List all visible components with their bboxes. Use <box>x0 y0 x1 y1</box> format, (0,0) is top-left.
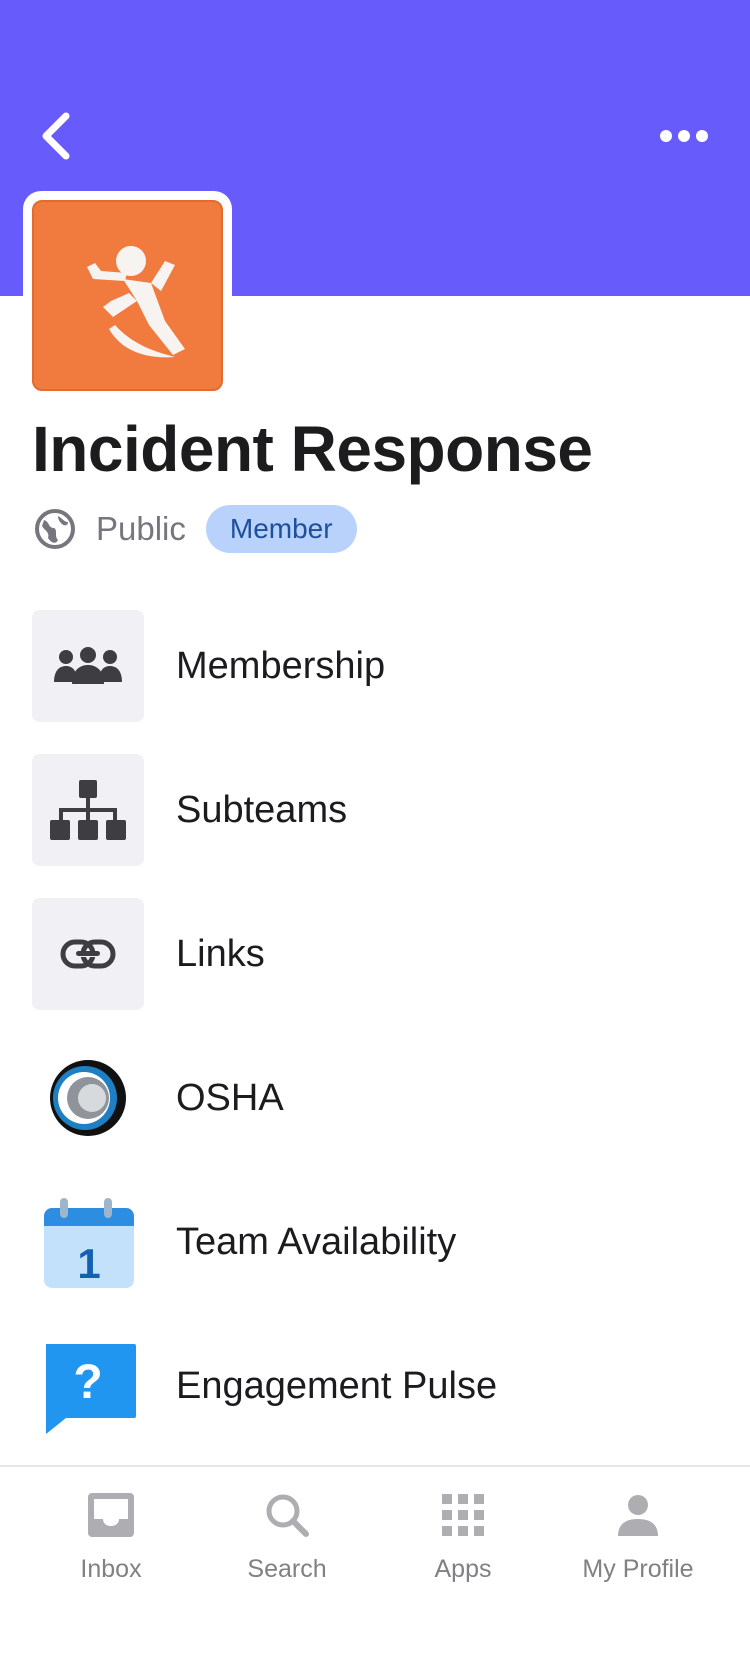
back-button[interactable] <box>30 104 82 168</box>
person-icon <box>618 1495 658 1536</box>
bottom-tab-bar: Inbox Search Apps My Profile <box>0 1465 750 1660</box>
tab-label: Apps <box>434 1555 492 1583</box>
engagement-pulse-icon-tile: ? <box>32 1330 144 1442</box>
search-icon <box>266 1494 309 1537</box>
link-icon <box>60 939 116 969</box>
menu-item-label: Team Availability <box>176 1220 457 1263</box>
tab-search[interactable]: Search <box>207 1487 367 1584</box>
tab-label: Search <box>247 1555 327 1583</box>
person-falling-icon <box>86 245 185 357</box>
chevron-left-icon <box>42 112 70 160</box>
team-menu-list: Membership Subteams Links OSHA 1 Team Av… <box>0 594 750 1458</box>
team-avatar <box>23 191 232 400</box>
calendar-icon: 1 <box>44 1198 134 1288</box>
team-title: Incident Response <box>32 413 593 485</box>
links-icon-tile <box>32 898 144 1010</box>
tab-inbox[interactable]: Inbox <box>31 1487 191 1584</box>
menu-item-label: Links <box>176 932 265 975</box>
group-icon <box>54 647 122 684</box>
menu-item-label: Engagement Pulse <box>176 1364 498 1407</box>
menu-item-team-availability[interactable]: 1 Team Availability <box>0 1170 750 1314</box>
ellipsis-icon <box>660 130 708 142</box>
subteams-icon-tile <box>32 754 144 866</box>
menu-item-osha[interactable]: OSHA <box>0 1026 750 1170</box>
menu-item-engagement-pulse[interactable]: ? Engagement Pulse <box>0 1314 750 1458</box>
hierarchy-icon <box>50 780 126 840</box>
menu-item-membership[interactable]: Membership <box>0 594 750 738</box>
globe-icon <box>35 509 75 549</box>
privacy-label: Public <box>96 510 186 547</box>
menu-item-label: Subteams <box>176 788 348 831</box>
tab-label: Inbox <box>80 1555 142 1583</box>
osha-icon-tile <box>32 1042 144 1154</box>
svg-text:1: 1 <box>77 1240 100 1287</box>
role-badge: Member <box>205 505 357 553</box>
osha-logo-icon <box>50 1060 126 1136</box>
team-meta: Public Member <box>34 504 357 554</box>
grid-icon <box>442 1494 484 1536</box>
inbox-icon <box>88 1493 134 1537</box>
menu-item-links[interactable]: Links <box>0 882 750 1026</box>
menu-item-label: OSHA <box>176 1076 284 1119</box>
menu-item-subteams[interactable]: Subteams <box>0 738 750 882</box>
tab-label: My Profile <box>582 1555 694 1583</box>
question-bubble-icon: ? <box>46 1344 136 1434</box>
menu-item-label: Membership <box>176 644 386 687</box>
svg-text:?: ? <box>73 1356 102 1409</box>
team-availability-icon-tile: 1 <box>32 1186 144 1298</box>
more-options-button[interactable] <box>652 112 716 160</box>
tab-my-profile[interactable]: My Profile <box>558 1487 718 1584</box>
membership-icon-tile <box>32 610 144 722</box>
tab-apps[interactable]: Apps <box>383 1487 543 1584</box>
